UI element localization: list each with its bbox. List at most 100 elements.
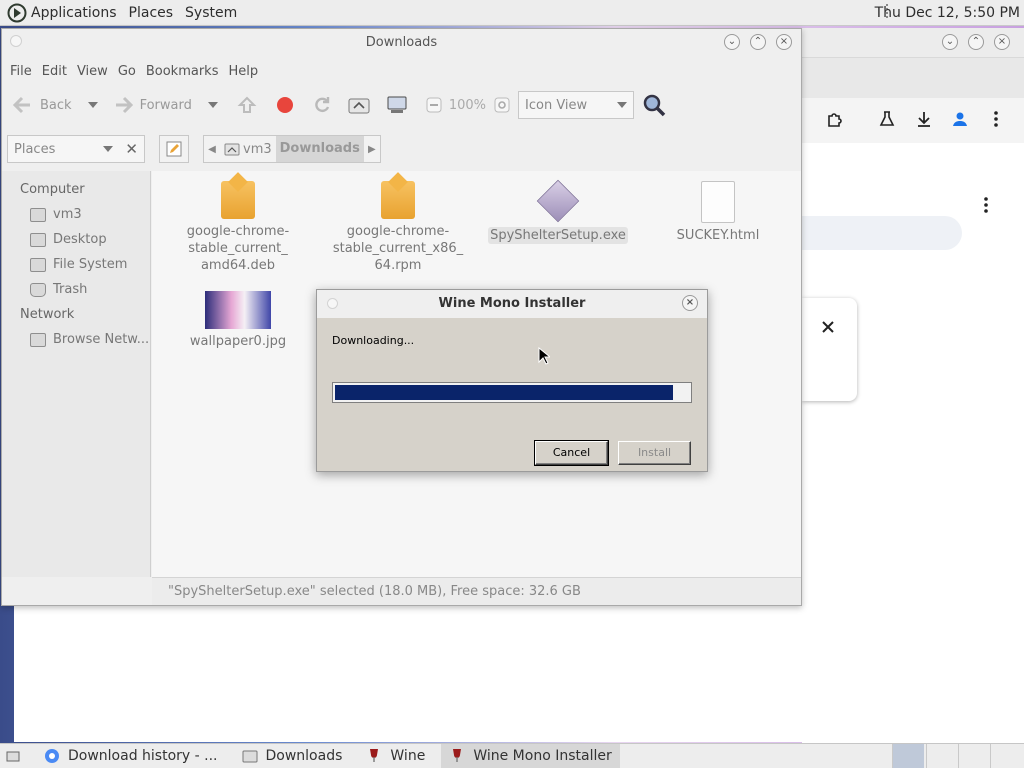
file-item[interactable]: SUCKEY.html <box>643 181 793 244</box>
arrow-right-icon <box>115 96 133 114</box>
window-menu-icon[interactable] <box>10 35 22 47</box>
more-menu-icon[interactable] <box>993 110 999 128</box>
search-icon[interactable] <box>642 93 666 117</box>
workspace-3[interactable] <box>958 744 990 768</box>
forward-history-dropdown-icon[interactable] <box>207 102 218 108</box>
file-name: wallpaper0.jpg <box>189 334 287 349</box>
file-name: amd64.deb <box>200 258 276 273</box>
breadcrumb: ◀ vm3 Downloads ▶ <box>203 135 381 163</box>
close-icon[interactable] <box>821 320 835 334</box>
file-item[interactable]: wallpaper0.jpg <box>163 291 313 350</box>
clock[interactable]: Thu Dec 12, 5:50 PM <box>875 5 1020 21</box>
home-folder-icon[interactable] <box>348 95 370 115</box>
location-edit-button[interactable] <box>159 135 189 163</box>
close-icon[interactable]: × <box>994 34 1010 50</box>
browser-page-area <box>14 606 1014 742</box>
workspace-2[interactable] <box>926 744 958 768</box>
window-title: Downloads <box>365 35 438 50</box>
sidebar-item-trash[interactable]: Trash <box>2 277 150 302</box>
breadcrumb-right-icon[interactable]: ▶ <box>364 144 380 155</box>
file-item-selected[interactable]: SpyShelterSetup.exe <box>483 179 633 244</box>
chevron-up-icon[interactable]: ⌃ <box>968 34 984 50</box>
side-pane-value: Places <box>14 141 56 157</box>
browser-search-field[interactable] <box>802 216 962 250</box>
menu-edit[interactable]: Edit <box>42 64 67 79</box>
close-icon[interactable]: × <box>682 295 698 311</box>
labs-flask-icon[interactable] <box>878 110 896 128</box>
mouse-pointer-icon <box>538 347 550 365</box>
file-name: google-chrome- <box>186 224 290 239</box>
breadcrumb-downloads[interactable]: Downloads <box>275 136 364 162</box>
distro-logo-icon[interactable] <box>7 3 27 23</box>
file-name: SpyShelterSetup.exe <box>488 227 628 244</box>
show-desktop-icon[interactable] <box>6 749 20 763</box>
sidebar-item-desktop[interactable]: Desktop <box>2 227 150 252</box>
forward-button[interactable]: Forward <box>114 96 192 114</box>
task-downloads[interactable]: Downloads <box>234 744 351 768</box>
stop-icon[interactable] <box>276 96 294 114</box>
file-item[interactable]: google-chrome- stable_current_x86_ 64.rp… <box>323 181 473 274</box>
view-mode-select[interactable]: Icon View <box>518 91 635 119</box>
trash-icon <box>30 282 46 297</box>
close-icon[interactable]: × <box>776 34 792 50</box>
browser-titlebar[interactable] <box>802 28 1024 58</box>
page-more-icon[interactable] <box>983 196 989 214</box>
file-name: 64.rpm <box>374 258 422 273</box>
chevron-down-icon[interactable]: ⌄ <box>724 34 740 50</box>
system-menu[interactable]: System <box>185 5 237 21</box>
file-name: SUCKEY.html <box>676 228 760 243</box>
window-menu-icon[interactable] <box>327 298 338 309</box>
side-pane-select[interactable]: Places ✕ <box>7 135 145 163</box>
menu-go[interactable]: Go <box>118 64 136 79</box>
toolbar: Back Forward 100% Icon View <box>2 83 801 127</box>
wine-icon <box>453 749 462 762</box>
close-pane-icon[interactable]: ✕ <box>125 140 138 158</box>
sidebar-item-vm3[interactable]: vm3 <box>2 202 150 227</box>
task-wine[interactable]: Wine <box>358 744 433 768</box>
up-arrow-icon[interactable] <box>237 95 257 115</box>
dialog-titlebar[interactable]: Wine Mono Installer × <box>317 290 707 318</box>
sidebar-item-browse-network[interactable]: Browse Netw... <box>2 327 150 352</box>
breadcrumb-left-icon[interactable]: ◀ <box>204 144 220 155</box>
workspace-4[interactable] <box>990 744 1022 768</box>
package-icon <box>221 181 255 219</box>
menu-bookmarks[interactable]: Bookmarks <box>146 64 219 79</box>
download-icon[interactable] <box>915 110 933 128</box>
file-manager-titlebar[interactable]: Downloads ⌄ ⌃ × <box>2 29 801 59</box>
menu-file[interactable]: File <box>10 64 32 79</box>
menu-view[interactable]: View <box>77 64 108 79</box>
task-wine-mono-installer[interactable]: Wine Mono Installer <box>441 743 620 768</box>
chevron-down-icon <box>103 146 114 152</box>
breadcrumb-vm3[interactable]: vm3 <box>220 142 276 157</box>
browser-toolbar <box>802 98 1024 143</box>
extensions-icon[interactable] <box>826 110 844 128</box>
drive-icon <box>30 257 46 272</box>
file-item[interactable]: google-chrome- stable_current_ amd64.deb <box>163 181 313 274</box>
reload-icon[interactable] <box>312 95 332 115</box>
view-mode-value: Icon View <box>525 97 588 113</box>
top-panel: Applications Places System Thu Dec 12, 5… <box>0 0 1024 26</box>
sidebar-item-file-system[interactable]: File System <box>2 252 150 277</box>
file-name: google-chrome- <box>346 224 450 239</box>
zoom-out-icon[interactable] <box>426 97 442 113</box>
location-bar: Places ✕ ◀ vm3 Downloads ▶ <box>2 127 801 171</box>
applications-menu[interactable]: Applications <box>31 5 117 21</box>
task-download-history[interactable]: Download history - ... <box>36 744 226 768</box>
computer-icon[interactable] <box>386 95 408 115</box>
package-icon <box>381 181 415 219</box>
chevron-down-icon[interactable]: ⌄ <box>942 34 958 50</box>
profile-icon[interactable] <box>951 110 969 128</box>
places-menu[interactable]: Places <box>129 5 174 21</box>
cancel-button[interactable]: Cancel <box>534 440 609 466</box>
progress-fill <box>335 385 674 400</box>
install-button[interactable]: Install <box>618 441 691 465</box>
zoom-reset-icon[interactable] <box>494 97 510 113</box>
sidebar-header-network: Network <box>20 307 75 322</box>
menu-help[interactable]: Help <box>228 64 258 79</box>
chevron-up-icon[interactable]: ⌃ <box>750 34 766 50</box>
workspace-1[interactable] <box>892 744 924 768</box>
back-history-dropdown-icon[interactable] <box>87 102 98 108</box>
browser-popup-card <box>802 298 857 401</box>
chevron-down-icon <box>617 102 628 108</box>
back-button[interactable]: Back <box>12 96 72 114</box>
